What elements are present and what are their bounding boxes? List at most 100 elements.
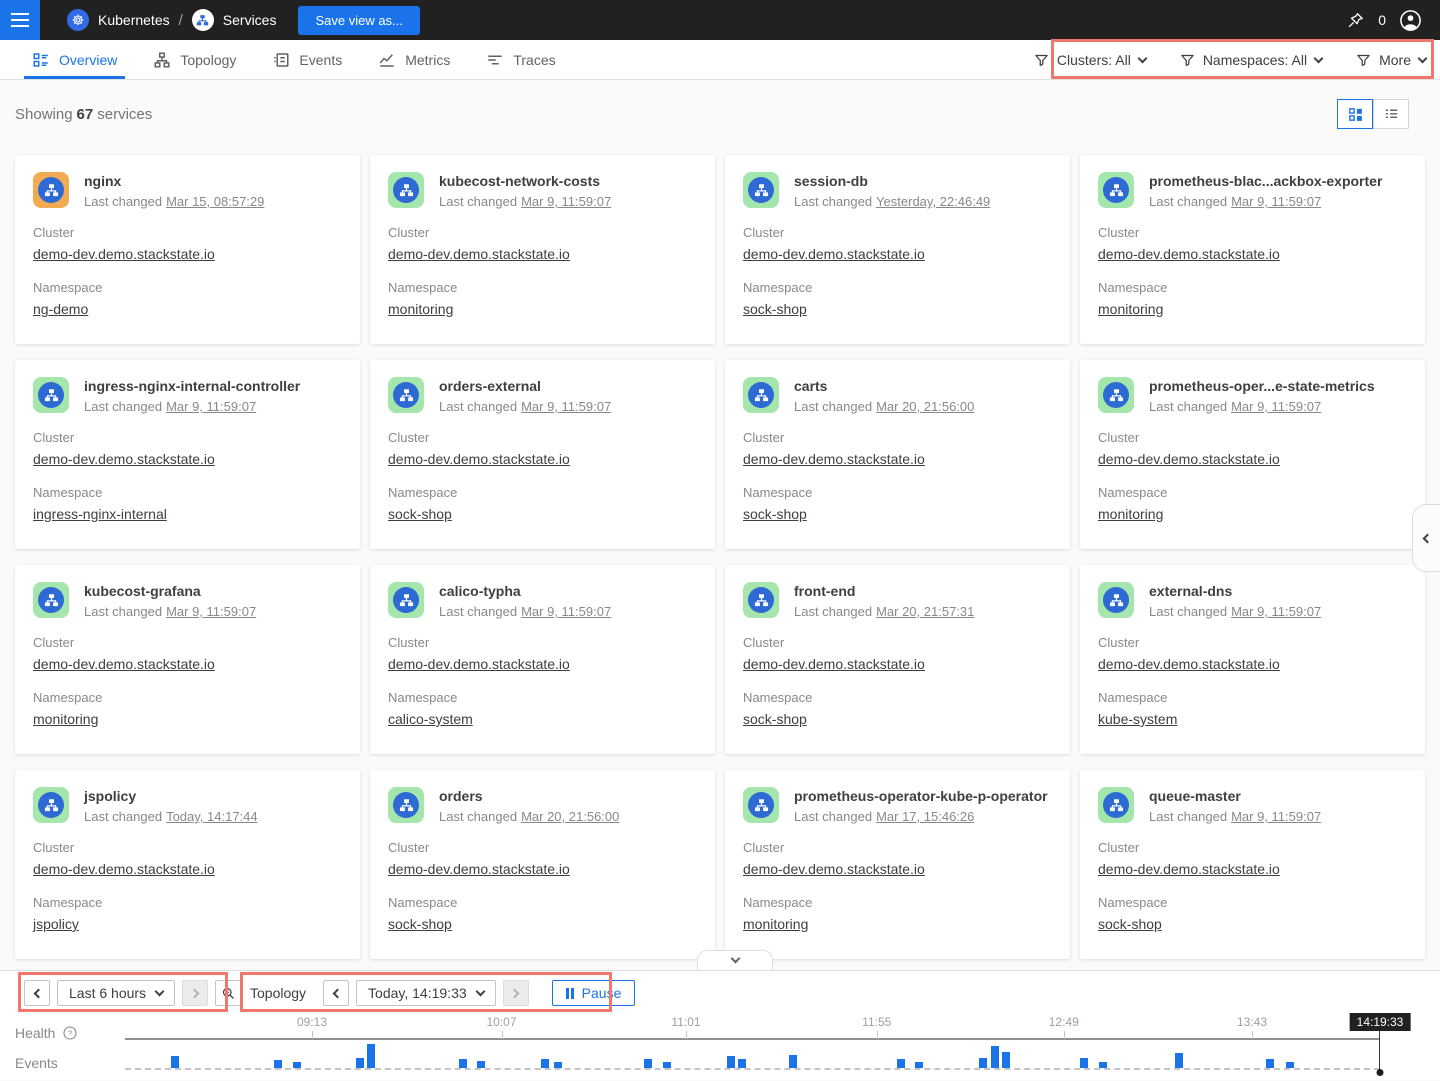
service-card[interactable]: jspolicy Last changed Today, 14:17:44 Cl… (15, 770, 360, 959)
tab-events[interactable]: Events (254, 40, 360, 79)
service-card[interactable]: session-db Last changed Yesterday, 22:46… (725, 155, 1070, 344)
service-health-icon (388, 582, 424, 618)
namespace-link[interactable]: sock-shop (743, 711, 807, 727)
last-changed-link[interactable]: Mar 20, 21:56:00 (876, 399, 974, 414)
cluster-link[interactable]: demo-dev.demo.stackstate.io (743, 861, 925, 877)
last-changed-link[interactable]: Mar 20, 21:57:31 (876, 604, 974, 619)
namespace-link[interactable]: jspolicy (33, 916, 79, 932)
cluster-link[interactable]: demo-dev.demo.stackstate.io (33, 451, 215, 467)
tab-metrics[interactable]: Metrics (360, 40, 468, 79)
last-changed-link[interactable]: Mar 20, 21:56:00 (521, 809, 619, 824)
tick-mark (877, 1031, 878, 1039)
last-changed-link[interactable]: Mar 9, 11:59:07 (1231, 194, 1321, 209)
tab-traces[interactable]: Traces (468, 40, 573, 79)
namespace-link[interactable]: monitoring (743, 916, 808, 932)
cluster-label: Cluster (388, 225, 697, 240)
service-card[interactable]: orders Last changed Mar 20, 21:56:00 Clu… (370, 770, 715, 959)
last-changed-link[interactable]: Today, 14:17:44 (166, 809, 258, 824)
namespace-link[interactable]: monitoring (388, 301, 453, 317)
service-card[interactable]: front-end Last changed Mar 20, 21:57:31 … (725, 565, 1070, 754)
cluster-link[interactable]: demo-dev.demo.stackstate.io (1098, 246, 1280, 262)
event-bar (554, 1062, 562, 1068)
breadcrumb-view[interactable]: Services (223, 12, 277, 28)
last-changed-link[interactable]: Mar 9, 11:59:07 (166, 604, 256, 619)
last-changed-link[interactable]: Mar 9, 11:59:07 (1231, 809, 1321, 824)
last-changed-link[interactable]: Mar 17, 15:46:26 (876, 809, 974, 824)
pin-icon[interactable] (1346, 11, 1365, 30)
timeline-chart[interactable]: 14:19:33 09:1310:0711:0111:5512:4913:43 (125, 971, 1380, 1081)
last-changed-link[interactable]: Mar 9, 11:59:07 (1231, 604, 1321, 619)
grid-view-button[interactable] (1337, 99, 1373, 129)
save-view-button[interactable]: Save view as... (298, 6, 419, 35)
service-card[interactable]: carts Last changed Mar 20, 21:56:00 Clus… (725, 360, 1070, 549)
tick-mark (686, 1031, 687, 1039)
namespace-link[interactable]: kube-system (1098, 711, 1177, 727)
service-card[interactable]: orders-external Last changed Mar 9, 11:5… (370, 360, 715, 549)
service-name: kubecost-network-costs (439, 173, 611, 189)
service-card[interactable]: nginx Last changed Mar 15, 08:57:29 Clus… (15, 155, 360, 344)
cluster-link[interactable]: demo-dev.demo.stackstate.io (33, 656, 215, 672)
cluster-link[interactable]: demo-dev.demo.stackstate.io (388, 246, 570, 262)
filter-namespaces[interactable]: Namespaces: All (1180, 52, 1322, 68)
namespace-link[interactable]: monitoring (1098, 301, 1163, 317)
hamburger-menu-button[interactable] (0, 0, 40, 40)
event-bar (789, 1055, 797, 1068)
user-avatar-button[interactable] (1399, 9, 1422, 32)
service-card[interactable]: prometheus-operator-kube-p-operator Last… (725, 770, 1070, 959)
service-card[interactable]: calico-typha Last changed Mar 9, 11:59:0… (370, 565, 715, 754)
last-changed-link[interactable]: Mar 9, 11:59:07 (1231, 399, 1321, 414)
last-changed-link[interactable]: Yesterday, 22:46:49 (876, 194, 990, 209)
timeline-collapse-handle[interactable] (697, 950, 773, 970)
cluster-link[interactable]: demo-dev.demo.stackstate.io (388, 656, 570, 672)
cluster-link[interactable]: demo-dev.demo.stackstate.io (1098, 451, 1280, 467)
last-changed-link[interactable]: Mar 15, 08:57:29 (166, 194, 264, 209)
last-changed-link[interactable]: Mar 9, 11:59:07 (166, 399, 256, 414)
event-bar (1175, 1053, 1183, 1068)
namespace-link[interactable]: monitoring (1098, 506, 1163, 522)
service-card[interactable]: kubecost-grafana Last changed Mar 9, 11:… (15, 565, 360, 754)
namespace-link[interactable]: sock-shop (1098, 916, 1162, 932)
time-range-back-button[interactable] (24, 980, 50, 1006)
tab-topology[interactable]: Topology (135, 40, 254, 79)
cluster-link[interactable]: demo-dev.demo.stackstate.io (1098, 861, 1280, 877)
namespace-link[interactable]: sock-shop (388, 506, 452, 522)
cluster-link[interactable]: demo-dev.demo.stackstate.io (388, 451, 570, 467)
namespace-link[interactable]: sock-shop (743, 506, 807, 522)
service-card[interactable]: prometheus-blac...ackbox-exporter Last c… (1080, 155, 1425, 344)
health-row-label: Health ? (15, 1025, 78, 1041)
namespace-link[interactable]: ingress-nginx-internal (33, 506, 167, 522)
breadcrumb-app[interactable]: Kubernetes (98, 12, 170, 28)
timeline-bar: Last 6 hours Topology Today, 14:19:33 Pa… (0, 970, 1440, 1080)
cluster-link[interactable]: demo-dev.demo.stackstate.io (1098, 656, 1280, 672)
service-card[interactable]: external-dns Last changed Mar 9, 11:59:0… (1080, 565, 1425, 754)
list-view-button[interactable] (1373, 99, 1409, 129)
namespace-link[interactable]: monitoring (33, 711, 98, 727)
tab-label: Overview (59, 52, 117, 68)
last-changed-link[interactable]: Mar 9, 11:59:07 (521, 194, 611, 209)
filter-more[interactable]: More (1356, 52, 1426, 68)
right-panel-toggle[interactable] (1412, 504, 1440, 572)
namespace-link[interactable]: sock-shop (743, 301, 807, 317)
cluster-link[interactable]: demo-dev.demo.stackstate.io (743, 451, 925, 467)
cluster-link[interactable]: demo-dev.demo.stackstate.io (33, 246, 215, 262)
service-card[interactable]: prometheus-oper...e-state-metrics Last c… (1080, 360, 1425, 549)
namespace-label: Namespace (388, 280, 697, 295)
filter-clusters[interactable]: Clusters: All (1034, 52, 1146, 68)
namespace-link[interactable]: ng-demo (33, 301, 88, 317)
tick-label: 10:07 (486, 1015, 516, 1029)
cluster-link[interactable]: demo-dev.demo.stackstate.io (33, 861, 215, 877)
service-card[interactable]: queue-master Last changed Mar 9, 11:59:0… (1080, 770, 1425, 959)
namespace-link[interactable]: sock-shop (388, 916, 452, 932)
namespace-link[interactable]: calico-system (388, 711, 473, 727)
last-changed-link[interactable]: Mar 9, 11:59:07 (521, 604, 611, 619)
tab-overview[interactable]: Overview (14, 40, 135, 79)
cluster-label: Cluster (743, 840, 1052, 855)
service-card[interactable]: ingress-nginx-internal-controller Last c… (15, 360, 360, 549)
last-changed-link[interactable]: Mar 9, 11:59:07 (521, 399, 611, 414)
cluster-link[interactable]: demo-dev.demo.stackstate.io (388, 861, 570, 877)
service-card[interactable]: kubecost-network-costs Last changed Mar … (370, 155, 715, 344)
help-icon[interactable]: ? (62, 1025, 78, 1041)
cluster-link[interactable]: demo-dev.demo.stackstate.io (743, 246, 925, 262)
cluster-link[interactable]: demo-dev.demo.stackstate.io (743, 656, 925, 672)
current-time-dot[interactable] (1377, 1069, 1384, 1076)
